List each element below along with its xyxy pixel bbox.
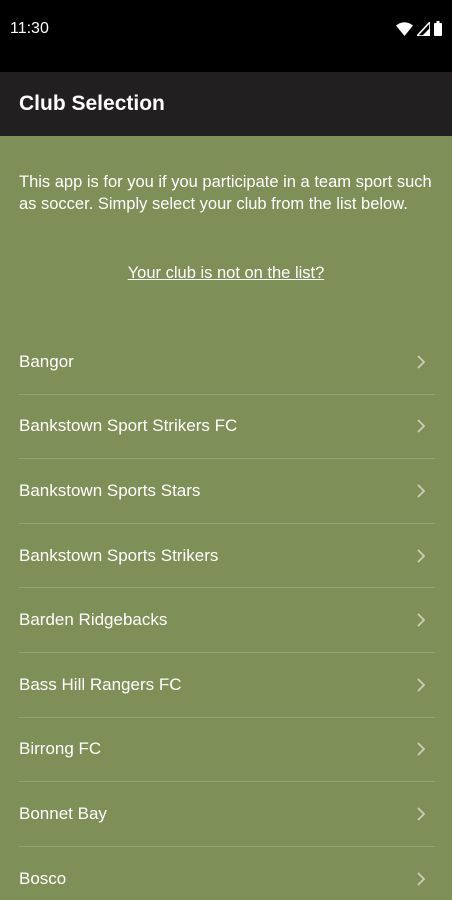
- status-icons: [396, 21, 442, 36]
- club-list-item[interactable]: Barden Ridgebacks: [19, 588, 435, 653]
- club-name: Bonnet Bay: [19, 803, 107, 823]
- club-list-item[interactable]: Bangor: [19, 330, 435, 395]
- club-not-on-list-link[interactable]: Your club is not on the list?: [0, 264, 452, 283]
- club-list: Bangor Bankstown Sport Strikers FC Banksto…: [19, 330, 435, 900]
- wifi-icon: [396, 21, 413, 36]
- chevron-right-icon: [417, 548, 426, 563]
- intro-text: This app is for you if you participate i…: [19, 173, 432, 213]
- main-content: This app is for you if you participate i…: [0, 136, 452, 900]
- club-name: Barden Ridgebacks: [19, 610, 168, 630]
- club-name: Bankstown Sport Strikers FC: [19, 416, 238, 436]
- status-time: 11:30: [10, 20, 49, 37]
- battery-icon: [434, 21, 442, 36]
- chevron-right-icon: [417, 484, 426, 498]
- status-bar: 11:30: [0, 0, 452, 72]
- club-name: Bass Hill Rangers FC: [19, 674, 182, 694]
- signal-icon: [417, 21, 430, 36]
- club-list-item[interactable]: Bonnet Bay: [19, 782, 435, 847]
- club-list-item[interactable]: Bass Hill Rangers FC: [19, 653, 435, 718]
- club-name: Birrong FC: [19, 739, 102, 759]
- club-list-item[interactable]: Bankstown Sport Strikers FC: [19, 395, 435, 460]
- club-list-item[interactable]: Bankstown Sports Stars: [19, 459, 435, 524]
- chevron-right-icon: [417, 355, 426, 369]
- chevron-right-icon: [417, 419, 426, 434]
- club-list-item[interactable]: Bosco: [19, 847, 435, 900]
- club-list-item[interactable]: Bankstown Sports Strikers: [19, 524, 435, 589]
- chevron-right-icon: [417, 613, 426, 627]
- club-name: Bankstown Sports Stars: [19, 480, 201, 500]
- club-list-item[interactable]: Birrong FC: [19, 718, 435, 783]
- club-name: Bankstown Sports Strikers: [19, 545, 219, 565]
- chevron-right-icon: [417, 807, 426, 821]
- page-title: Club Selection: [19, 92, 165, 115]
- club-name: Bosco: [19, 869, 67, 889]
- chevron-right-icon: [417, 742, 426, 756]
- club-name: Bangor: [19, 351, 74, 371]
- chevron-right-icon: [417, 872, 426, 886]
- chevron-right-icon: [417, 678, 426, 692]
- app-bar: Club Selection: [0, 72, 452, 136]
